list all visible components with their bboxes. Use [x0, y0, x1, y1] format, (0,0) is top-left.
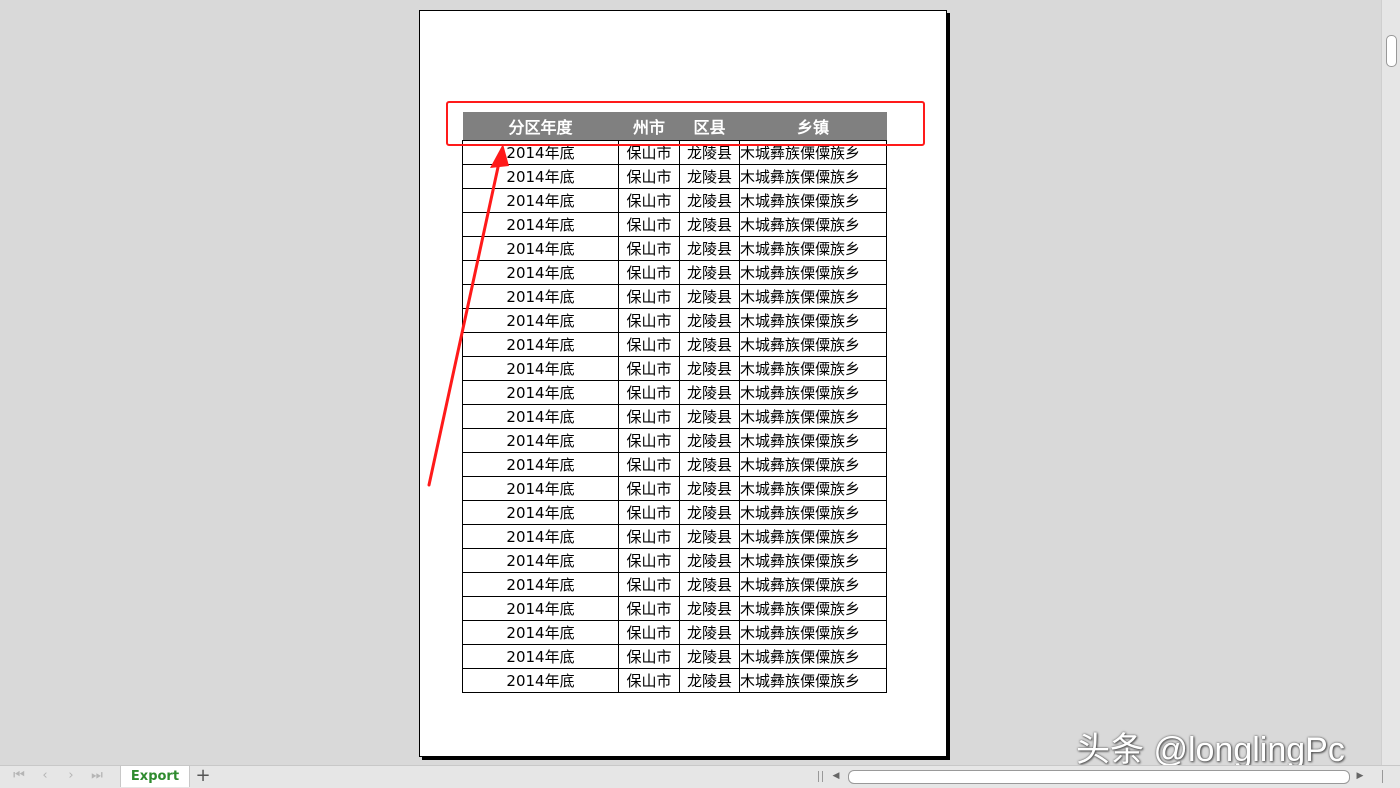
first-sheet-icon[interactable]: ⏮	[12, 769, 26, 783]
sheet-tab-bar: ⏮ ‹ › ⏭ Export + ◀ ▶	[0, 765, 1400, 788]
annotation-arrow	[427, 144, 509, 487]
arrow-shaft	[427, 156, 502, 487]
horizontal-scrollbar[interactable]	[848, 770, 1350, 784]
sheet-tab-export[interactable]: Export	[120, 766, 190, 787]
vertical-scroll-thumb[interactable]	[1386, 35, 1397, 67]
prev-sheet-icon[interactable]: ‹	[38, 769, 52, 783]
scroll-left-icon[interactable]: ◀	[830, 769, 842, 783]
vertical-scrollbar[interactable]	[1381, 0, 1400, 765]
scroll-right-icon[interactable]: ▶	[1354, 769, 1366, 783]
add-sheet-button[interactable]: +	[193, 766, 213, 787]
watermark: 头条 @longlingPc	[1076, 731, 1345, 769]
last-sheet-icon[interactable]: ⏭	[90, 769, 104, 783]
split-handle[interactable]	[818, 771, 823, 782]
corner-divider	[1382, 770, 1383, 783]
arrow-head	[490, 144, 509, 168]
next-sheet-icon[interactable]: ›	[64, 769, 78, 783]
